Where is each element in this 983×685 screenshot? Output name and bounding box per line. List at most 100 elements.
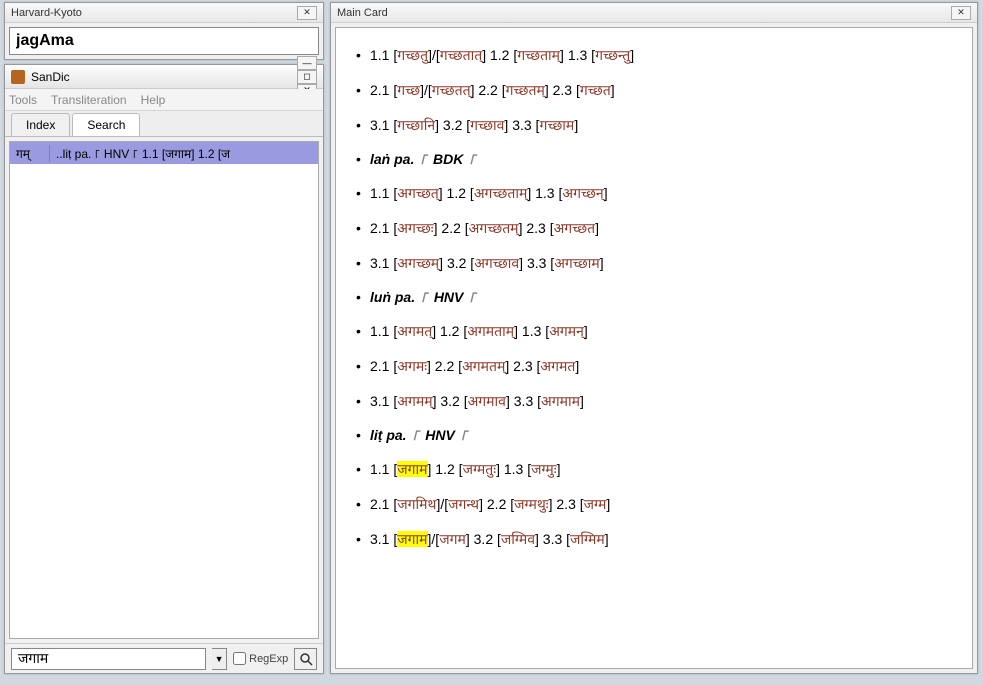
bullet-icon: •	[356, 531, 370, 547]
form-text: ] 3.3 [	[506, 393, 541, 409]
entry-line: •2.1 [अगमः] 2.2 [अगमतम्] 2.3 [अगमत]	[356, 349, 952, 384]
form-text: ] 1.3 [	[560, 47, 595, 63]
entry-line: •luṅ pa. ꜒ HNV ꜒	[356, 281, 952, 314]
bullet-icon: •	[356, 151, 370, 167]
form-text: 1.1 [	[370, 461, 397, 477]
sanskrit-form: जग्मतुः	[463, 461, 497, 477]
form-text: ] 2.2 [	[427, 358, 462, 374]
sanskrit-form: गच्छतु	[397, 47, 428, 63]
form-text: 2.1 [	[370, 358, 397, 374]
sanskrit-form: अगच्छाम	[554, 255, 600, 271]
form-text: ] 2.2 [	[471, 82, 506, 98]
sanskrit-form: अगच्छन्	[562, 185, 603, 201]
form-text: ]/[	[428, 47, 440, 63]
form-text: ] 1.2 [	[432, 323, 467, 339]
sanskrit-form: अगच्छतम्	[469, 220, 519, 236]
sanskrit-form: अगच्छत	[554, 220, 596, 236]
sanskrit-form: गच्छत	[580, 82, 611, 98]
sanskrit-form: गच्छन्तु	[595, 47, 630, 63]
result-root: गम्	[10, 145, 50, 162]
main-card-pane: Main Card ✕ •1.1 [गच्छतु]/[गच्छतात्] 1.2…	[330, 2, 978, 674]
sanskrit-form: जगन्थ	[448, 496, 479, 512]
form-text: ]	[575, 358, 579, 374]
sanskrit-form: अगच्छताम्	[474, 185, 528, 201]
entry-line: •1.1 [अगच्छत्] 1.2 [अगच्छताम्] 1.3 [अगच्…	[356, 176, 952, 211]
sanskrit-form: अगच्छम्	[397, 255, 439, 271]
entry-line: •3.1 [अगच्छम्] 3.2 [अगच्छाव] 3.3 [अगच्छा…	[356, 246, 952, 281]
form-text: ] 2.3 [	[505, 358, 540, 374]
form-text: ] 2.2 [	[434, 220, 469, 236]
entry-line: •1.1 [जगाम] 1.2 [जग्मतुः] 1.3 [जग्मुः]	[356, 452, 952, 487]
form-text: 2.1 [	[370, 82, 397, 98]
result-detail: ..liṭ pa. ꜒ HNV ꜒ 1.1 [जगाम] 1.2 [ज	[50, 145, 318, 162]
harvard-kyoto-pane: Harvard-Kyoto ✕	[4, 2, 324, 60]
form-text: 3.1 [	[370, 255, 397, 271]
bullet-icon: •	[356, 496, 370, 512]
sanskrit-form: गच्छ	[397, 82, 420, 98]
menu-help[interactable]: Help	[141, 93, 166, 107]
form-text: ]	[600, 255, 604, 271]
sanskrit-form: गच्छाम	[539, 117, 574, 133]
form-text: 2.1 [	[370, 220, 397, 236]
sanskrit-form: अगमाम	[541, 393, 580, 409]
sandic-min-button[interactable]: —	[297, 56, 317, 70]
form-text: 3.1 [	[370, 393, 397, 409]
entry-line: •3.1 [गच्छानि] 3.2 [गच्छाव] 3.3 [गच्छाम]	[356, 108, 952, 143]
sanskrit-form: गच्छतत्	[432, 82, 471, 98]
hk-input[interactable]	[9, 27, 319, 55]
entry-line: •2.1 [अगच्छः] 2.2 [अगच्छतम्] 2.3 [अगच्छत…	[356, 211, 952, 246]
bullet-icon: •	[356, 185, 370, 201]
form-text: ] 3.3 [	[504, 117, 539, 133]
hk-close-button[interactable]: ✕	[297, 6, 317, 20]
sanskrit-form: जगम	[439, 531, 466, 547]
sandic-max-button[interactable]: ◻	[297, 70, 317, 84]
tab-search[interactable]: Search	[72, 113, 140, 136]
menu-transliteration[interactable]: Transliteration	[51, 93, 127, 107]
maincard-titlebar: Main Card ✕	[331, 3, 977, 23]
form-text: ] 3.2 [	[433, 393, 468, 409]
form-text: ] 1.2 [	[428, 461, 463, 477]
entry-line: •3.1 [जगाम]/[जगम] 3.2 [जग्मिव] 3.3 [जग्म…	[356, 522, 952, 557]
form-text: ]	[595, 220, 599, 236]
entry-line: •1.1 [अगमत्] 1.2 [अगमताम्] 1.3 [अगमन्]	[356, 314, 952, 349]
form-text: ] 1.3 [	[496, 461, 531, 477]
form-text: 1.1 [	[370, 47, 397, 63]
sanskrit-form: जग्मिम	[570, 531, 605, 547]
menu-tools[interactable]: Tools	[9, 93, 37, 107]
search-button[interactable]	[294, 648, 317, 670]
form-text: ] 1.2 [	[439, 185, 474, 201]
tense-header: liṭ pa. ꜒ HNV ꜒	[370, 427, 470, 443]
form-text: 2.1 [	[370, 496, 397, 512]
maincard-close-button[interactable]: ✕	[951, 6, 971, 20]
result-row[interactable]: गम् ..liṭ pa. ꜒ HNV ꜒ 1.1 [जगाम] 1.2 [ज	[10, 142, 318, 164]
form-text: ]	[605, 531, 609, 547]
form-text: ] 3.3 [	[535, 531, 570, 547]
sandic-pane: SanDic — ◻ ✕ Tools Transliteration Help …	[4, 64, 324, 674]
bullet-icon: •	[356, 358, 370, 374]
bullet-icon: •	[356, 47, 370, 63]
bullet-icon: •	[356, 427, 370, 443]
regexp-checkbox[interactable]: RegExp	[233, 652, 288, 665]
form-text: ] 2.3 [	[519, 220, 554, 236]
tab-index[interactable]: Index	[11, 113, 70, 136]
sanskrit-form: जग्मिव	[501, 531, 535, 547]
dropdown-button[interactable]: ▼	[212, 648, 227, 670]
entry-line: •2.1 [जगमिथ]/[जगन्थ] 2.2 [जग्मथुः] 2.3 […	[356, 487, 952, 522]
entry-line: •3.1 [अगमम्] 3.2 [अगमाव] 3.3 [अगमाम]	[356, 384, 952, 419]
form-text: ]	[574, 117, 578, 133]
sanskrit-form: गच्छानि	[397, 117, 435, 133]
sanskrit-form: अगमताम्	[467, 323, 514, 339]
search-input[interactable]	[11, 648, 206, 670]
form-text: ]/[	[428, 531, 440, 547]
results-list[interactable]: गम् ..liṭ pa. ꜒ HNV ꜒ 1.1 [जगाम] 1.2 [ज	[9, 141, 319, 639]
card-content[interactable]: •1.1 [गच्छतु]/[गच्छतात्] 1.2 [गच्छताम्] …	[335, 27, 973, 669]
bullet-icon: •	[356, 117, 370, 133]
form-text: ]	[557, 461, 561, 477]
form-text: 3.1 [	[370, 117, 397, 133]
regexp-check-input[interactable]	[233, 652, 246, 665]
sanskrit-form: अगमाव	[468, 393, 506, 409]
form-text: ] 2.3 [	[545, 82, 580, 98]
form-text: ] 1.3 [	[527, 185, 562, 201]
sanskrit-form: अगमम्	[397, 393, 432, 409]
bullet-icon: •	[356, 461, 370, 477]
